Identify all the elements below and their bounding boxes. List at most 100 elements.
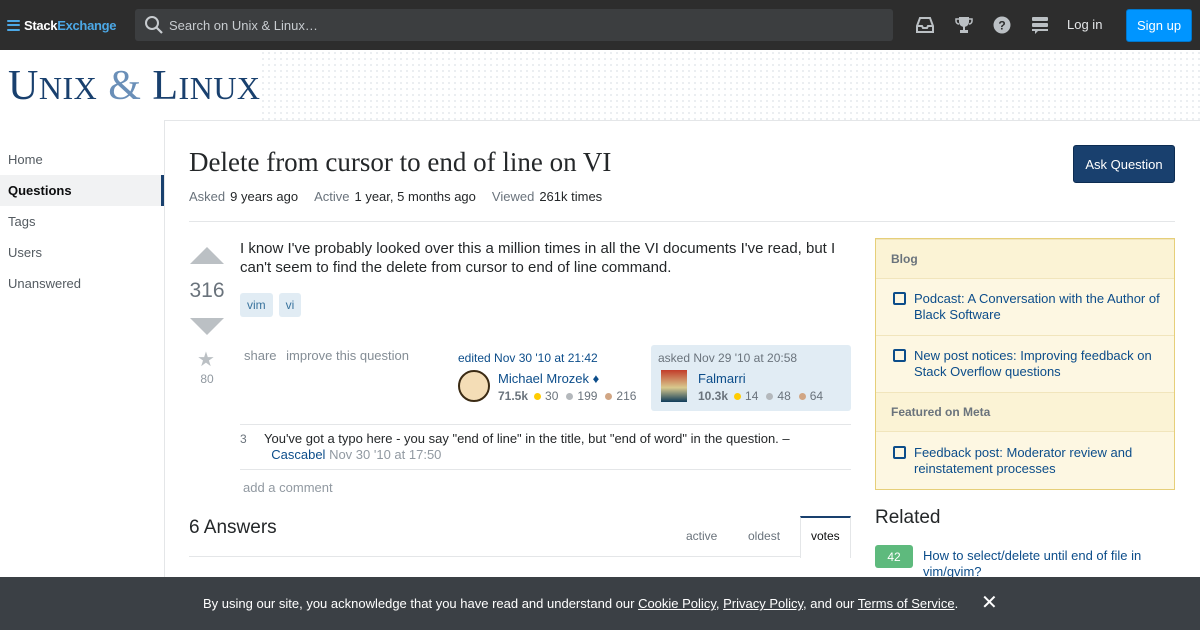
active-value[interactable]: 1 year, 5 months ago [354,189,475,204]
cookie-policy-link[interactable]: Cookie Policy [638,596,716,611]
gold-badge-icon [734,392,742,400]
comment: You've got a typo here - you say "end of… [264,431,844,463]
bronze-badge-icon [798,392,806,400]
tag-vi[interactable]: vi [278,293,302,317]
post-menu: share improve this question [244,348,415,363]
sort-tab-oldest[interactable]: oldest [748,529,780,543]
cookie-sep: . [954,596,959,611]
add-comment-link[interactable]: add a comment [243,480,333,495]
asker-avatar[interactable] [661,370,687,402]
logo-text-stack: Stack [24,17,58,33]
asker-name[interactable]: Falmarri [698,371,746,386]
silver-badge-count: 199 [577,389,598,403]
gold-badge-count: 14 [745,389,759,403]
question-title[interactable]: Delete from cursor to end of line on VI [189,147,611,178]
blog-item-title: Podcast: A Conversation with the Author … [914,291,1160,322]
favorite-star-icon[interactable]: ★ [197,347,215,372]
cookie-banner: By using our site, you acknowledge that … [0,577,1200,630]
comment-divider [240,424,851,425]
asked-label: Asked [189,189,226,204]
sort-tab-votes[interactable]: votes [811,529,840,543]
title-divider [189,221,1175,222]
menu-icon [7,19,20,31]
improve-question-link[interactable]: improve this question [286,348,409,363]
site-logo[interactable]: UNIX & LINUX [8,62,261,110]
cookie-prefix: By using our site, you acknowledge that … [203,596,639,611]
asked-timestamp: asked Nov 29 '10 at 20:58 [658,351,798,365]
svg-text:?: ? [998,19,1005,33]
logo-text-exchange: Exchange [57,17,117,33]
editor-name[interactable]: Michael Mrozek ♦ [498,371,599,386]
vote-count: 316 [189,279,225,302]
gold-badge-icon [534,392,542,400]
inbox-icon[interactable] [915,15,935,35]
bronze-badge-count: 64 [809,389,824,403]
header-background-pattern [260,50,1200,120]
sort-tab-active[interactable]: active [686,529,717,543]
search-input[interactable] [169,17,849,33]
editor-avatar[interactable] [458,370,490,402]
downvote-icon[interactable] [190,318,224,335]
upvote-icon[interactable] [190,247,224,264]
terms-of-service-link[interactable]: Terms of Service [858,596,955,611]
ask-question-button[interactable]: Ask Question [1073,145,1175,183]
blog-post-icon [893,349,906,362]
tag-list: vim vi [240,293,302,317]
meta-heading: Featured on Meta [876,392,1174,432]
meta-item[interactable]: Feedback post: Moderator review and rein… [893,445,1163,477]
blog-heading: Blog [876,239,1174,279]
favorite-count: 80 [200,372,214,386]
stackexchange-logo[interactable]: Stack Exchange [7,16,117,34]
site-title-part: INUX [178,70,261,106]
bronze-badge-icon [605,392,613,400]
tag-vim[interactable]: vim [240,293,273,317]
privacy-policy-link[interactable]: Privacy Policy [723,596,803,611]
nav-home[interactable]: Home [0,144,164,175]
site-title-part: U [8,63,39,109]
related-heading: Related [875,507,941,528]
cookie-sep: , and our [803,596,858,611]
viewed-label: Viewed [491,189,535,204]
search-bar[interactable] [135,9,893,41]
active-label: Active [314,189,350,204]
question-meta: Asked 9 years ago Active 1 year, 5 month… [189,189,618,204]
nav-questions[interactable]: Questions [0,175,164,206]
related-question-link[interactable]: How to select/delete until end of file i… [923,548,1163,580]
blog-item[interactable]: New post notices: Improving feedback on … [893,348,1163,380]
related-score-badge: 42 [875,545,913,568]
blog-item-title: New post notices: Improving feedback on … [914,348,1152,379]
answers-heading: 6 Answers [189,517,277,538]
gold-badge-count: 30 [545,389,559,403]
asker-reputation: 10.3k 14 48 64 [698,389,831,403]
blog-separator [876,335,1174,336]
asked-value: 9 years ago [230,189,299,204]
edited-timestamp[interactable]: edited Nov 30 '10 at 21:42 [458,351,598,365]
achievements-icon[interactable] [954,15,974,35]
site-switcher-icon[interactable] [1030,15,1050,35]
blog-item[interactable]: Podcast: A Conversation with the Author … [893,291,1163,323]
close-icon[interactable]: ✕ [981,590,998,615]
login-link[interactable]: Log in [1067,17,1102,32]
top-bar: StackExchange ? Log in Sign up [0,0,1200,50]
reputation-score: 10.3k [698,389,729,403]
signup-button[interactable]: Sign up [1126,9,1192,42]
cookie-sep: , [715,596,724,611]
nav-users[interactable]: Users [0,237,164,268]
viewed-value: 261k times [539,189,603,204]
cookie-text: By using our site, you acknowledge that … [203,596,958,611]
nav-unanswered[interactable]: Unanswered [0,268,164,299]
site-title-amp: & [97,63,153,109]
help-icon[interactable]: ? [992,15,1012,35]
site-title-part: L [152,63,179,109]
nav-tags[interactable]: Tags [0,206,164,237]
reputation-score: 71.5k [498,389,529,403]
search-icon [145,16,163,34]
silver-badge-count: 48 [777,389,791,403]
left-sidebar-nav: Home Questions Tags Users Unanswered [0,144,164,299]
share-link[interactable]: share [244,348,277,363]
bronze-badge-count: 216 [616,389,637,403]
answers-divider [189,556,851,557]
comment-user[interactable]: Cascabel [271,447,325,462]
comment-divider [240,469,851,470]
comment-date[interactable]: Nov 30 '10 at 17:50 [329,447,441,462]
